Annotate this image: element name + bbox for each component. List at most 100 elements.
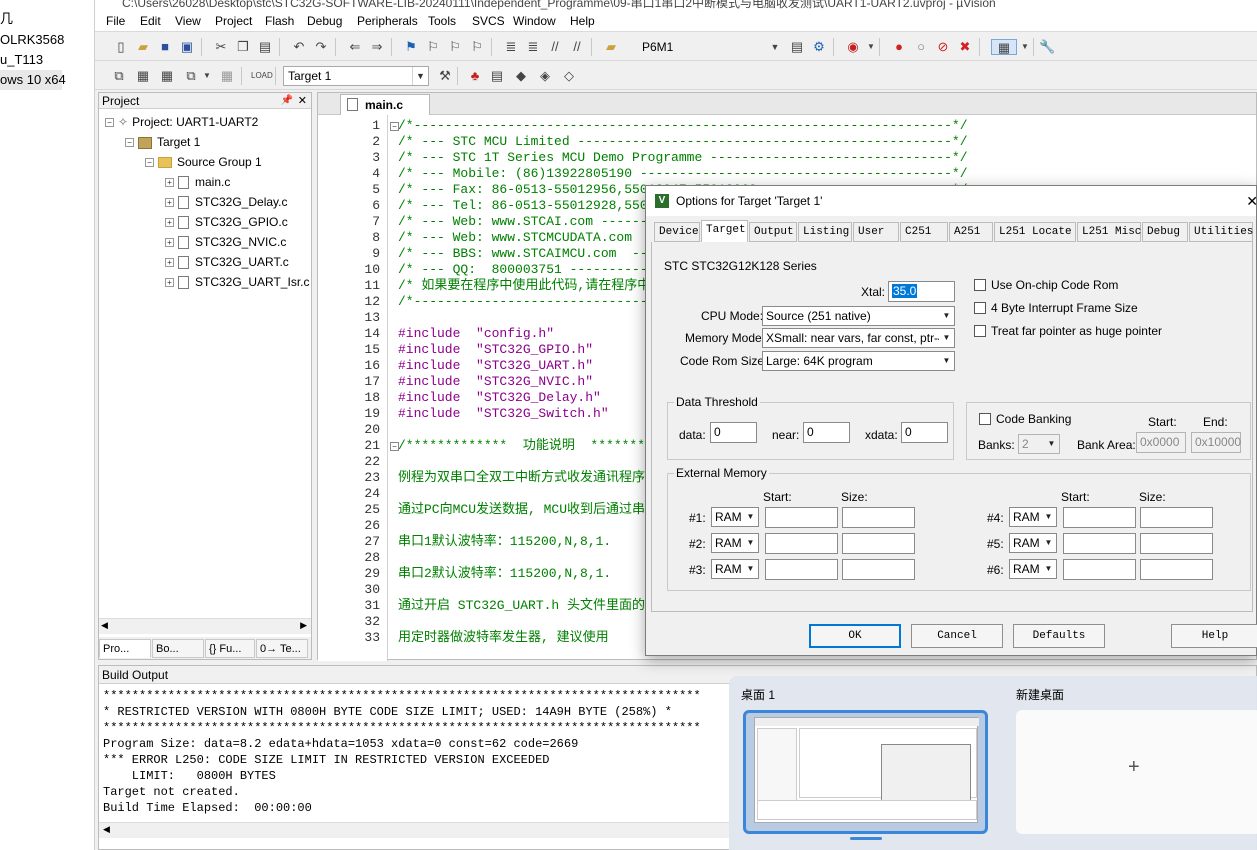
memory-start-input[interactable] — [765, 533, 838, 554]
close-icon[interactable]: ✕ — [298, 93, 307, 109]
menu-svcs[interactable]: SVCS — [472, 14, 505, 28]
find-icon[interactable]: ▤ — [789, 39, 805, 55]
ok-button[interactable]: OK — [809, 624, 901, 648]
select-software-pack-icon[interactable]: ◈ — [537, 68, 553, 84]
cancel-button[interactable]: Cancel — [911, 624, 1003, 648]
menu-flash[interactable]: Flash — [265, 14, 294, 28]
memory-start-input[interactable] — [1063, 559, 1136, 580]
horizontal-scrollbar[interactable]: ◀ — [99, 822, 729, 838]
tree-file[interactable]: + main.c — [165, 172, 230, 192]
chevron-down-icon[interactable]: ▼ — [1017, 39, 1033, 55]
paste-icon[interactable]: ▤ — [257, 39, 273, 55]
cpu-mode-select[interactable]: Source (251 native) ▼ — [762, 306, 955, 326]
tab-functions[interactable]: {} Fu... — [205, 639, 255, 658]
batch-build-icon[interactable]: ⧉ — [183, 68, 199, 84]
tab-utilities[interactable]: Utilities — [1189, 222, 1253, 242]
scroll-left-icon[interactable]: ◀ — [101, 620, 108, 631]
copy-icon[interactable]: ❐ — [235, 39, 251, 55]
menu-window[interactable]: Window — [513, 14, 556, 28]
chevron-down-icon[interactable]: ▼ — [199, 68, 215, 84]
download-icon[interactable]: LOAD — [251, 68, 273, 84]
bank-start-input[interactable]: 0x0000 — [1136, 432, 1186, 453]
tree-file[interactable]: + STC32G_UART_Isr.c — [165, 272, 309, 292]
prev-bookmark-icon[interactable]: ⚐ — [425, 39, 441, 55]
debug-session-icon[interactable]: ◉ — [845, 39, 861, 55]
interrupt-frame-checkbox[interactable] — [974, 302, 986, 314]
menu-file[interactable]: File — [106, 14, 125, 28]
redo-icon[interactable]: ↷ — [313, 39, 329, 55]
memory-size-input[interactable] — [842, 507, 915, 528]
memory-type-select[interactable]: RAM ▼ — [1009, 533, 1057, 553]
tab-target[interactable]: Target — [701, 220, 748, 242]
disable-all-breakpoints-icon[interactable]: ⊘ — [935, 39, 951, 55]
tab-output[interactable]: Output — [749, 222, 797, 242]
left-window-item[interactable]: OLRK3568 — [0, 30, 64, 50]
window-layout-icon[interactable]: ▦ — [991, 39, 1017, 55]
tab-a251[interactable]: A251 — [949, 222, 993, 242]
editor-tab-main-c[interactable]: main.c — [340, 94, 430, 115]
memory-type-select[interactable]: RAM ▼ — [1009, 559, 1057, 579]
memory-size-input[interactable] — [1140, 559, 1213, 580]
comment-icon[interactable]: // — [547, 39, 563, 55]
nav-forward-icon[interactable]: ⇒ — [369, 39, 385, 55]
far-pointer-checkbox[interactable] — [974, 325, 986, 337]
left-window-item[interactable]: 几 — [0, 9, 13, 29]
bookmark-icon[interactable]: ⚑ — [403, 39, 419, 55]
clear-bookmarks-icon[interactable]: ⚐ — [469, 39, 485, 55]
next-bookmark-icon[interactable]: ⚐ — [447, 39, 463, 55]
data-threshold-input[interactable]: 0 — [710, 422, 757, 443]
xtal-input[interactable]: 35.0 — [888, 281, 955, 302]
new-desktop-button[interactable]: + — [1016, 710, 1257, 834]
code-rom-size-select[interactable]: Large: 64K program ▼ — [762, 351, 955, 371]
build-icon[interactable]: ▦ — [135, 68, 151, 84]
menu-help[interactable]: Help — [570, 14, 595, 28]
bank-end-input[interactable]: 0x10000 — [1191, 432, 1241, 453]
xdata-threshold-input[interactable]: 0 — [901, 422, 948, 443]
find-in-files-icon[interactable]: ▰ — [603, 39, 619, 55]
tree-file[interactable]: + STC32G_NVIC.c — [165, 232, 286, 252]
breakpoint-icon[interactable]: ● — [891, 39, 907, 55]
fold-toggle-icon[interactable]: − — [390, 442, 399, 451]
code-banking-checkbox[interactable] — [979, 413, 991, 425]
pin-icon[interactable]: 📌 — [281, 93, 293, 109]
disable-breakpoint-icon[interactable]: ○ — [913, 39, 929, 55]
find-combo[interactable]: P6M1 — [637, 37, 783, 57]
tab-listing[interactable]: Listing — [798, 222, 852, 242]
menu-debug[interactable]: Debug — [307, 14, 342, 28]
uncomment-icon[interactable]: // — [569, 39, 585, 55]
open-folder-icon[interactable]: ▰ — [135, 39, 151, 55]
desktop-1-thumbnail[interactable] — [743, 710, 988, 834]
pack-installer-icon[interactable]: ◇ — [561, 68, 577, 84]
configure-icon[interactable]: 🔧 — [1039, 39, 1055, 55]
left-window-item[interactable]: ows 10 x64 — [0, 70, 66, 90]
tree-source-group[interactable]: − Source Group 1 — [145, 152, 262, 172]
kill-all-breakpoints-icon[interactable]: ✖ — [957, 39, 973, 55]
tree-file[interactable]: + STC32G_UART.c — [165, 252, 289, 272]
tab-c251[interactable]: C251 — [900, 222, 948, 242]
new-file-icon[interactable]: ▯ — [113, 39, 129, 55]
menu-tools[interactable]: Tools — [428, 14, 456, 28]
memory-start-input[interactable] — [765, 507, 838, 528]
left-window-item[interactable]: u_T113 — [0, 50, 43, 70]
memory-model-select[interactable]: XSmall: near vars, far const, ptr-4 ▼ — [762, 328, 955, 348]
memory-type-select[interactable]: RAM ▼ — [711, 533, 759, 553]
tab-templates[interactable]: 0→ Te... — [256, 639, 308, 658]
memory-type-select[interactable]: RAM ▼ — [711, 507, 759, 527]
banks-select[interactable]: 2 ▼ — [1018, 434, 1060, 454]
manage-pack-icon[interactable]: ◆ — [513, 68, 529, 84]
indent-icon[interactable]: ≣ — [503, 39, 519, 55]
file-extensions-icon[interactable]: ▤ — [489, 68, 505, 84]
memory-size-input[interactable] — [1140, 533, 1213, 554]
memory-size-input[interactable] — [842, 559, 915, 580]
save-icon[interactable]: ■ — [157, 39, 173, 55]
unindent-icon[interactable]: ≣ — [525, 39, 541, 55]
target-select[interactable]: Target 1 ▼ — [283, 66, 429, 86]
memory-type-select[interactable]: RAM ▼ — [1009, 507, 1057, 527]
tab-l251-misc[interactable]: L251 Misc — [1077, 222, 1141, 242]
tab-debug[interactable]: Debug — [1142, 222, 1188, 242]
manage-components-icon[interactable]: ♣ — [467, 68, 483, 84]
cut-icon[interactable]: ✂ — [213, 39, 229, 55]
memory-start-input[interactable] — [1063, 533, 1136, 554]
menu-project[interactable]: Project — [215, 14, 252, 28]
memory-start-input[interactable] — [765, 559, 838, 580]
